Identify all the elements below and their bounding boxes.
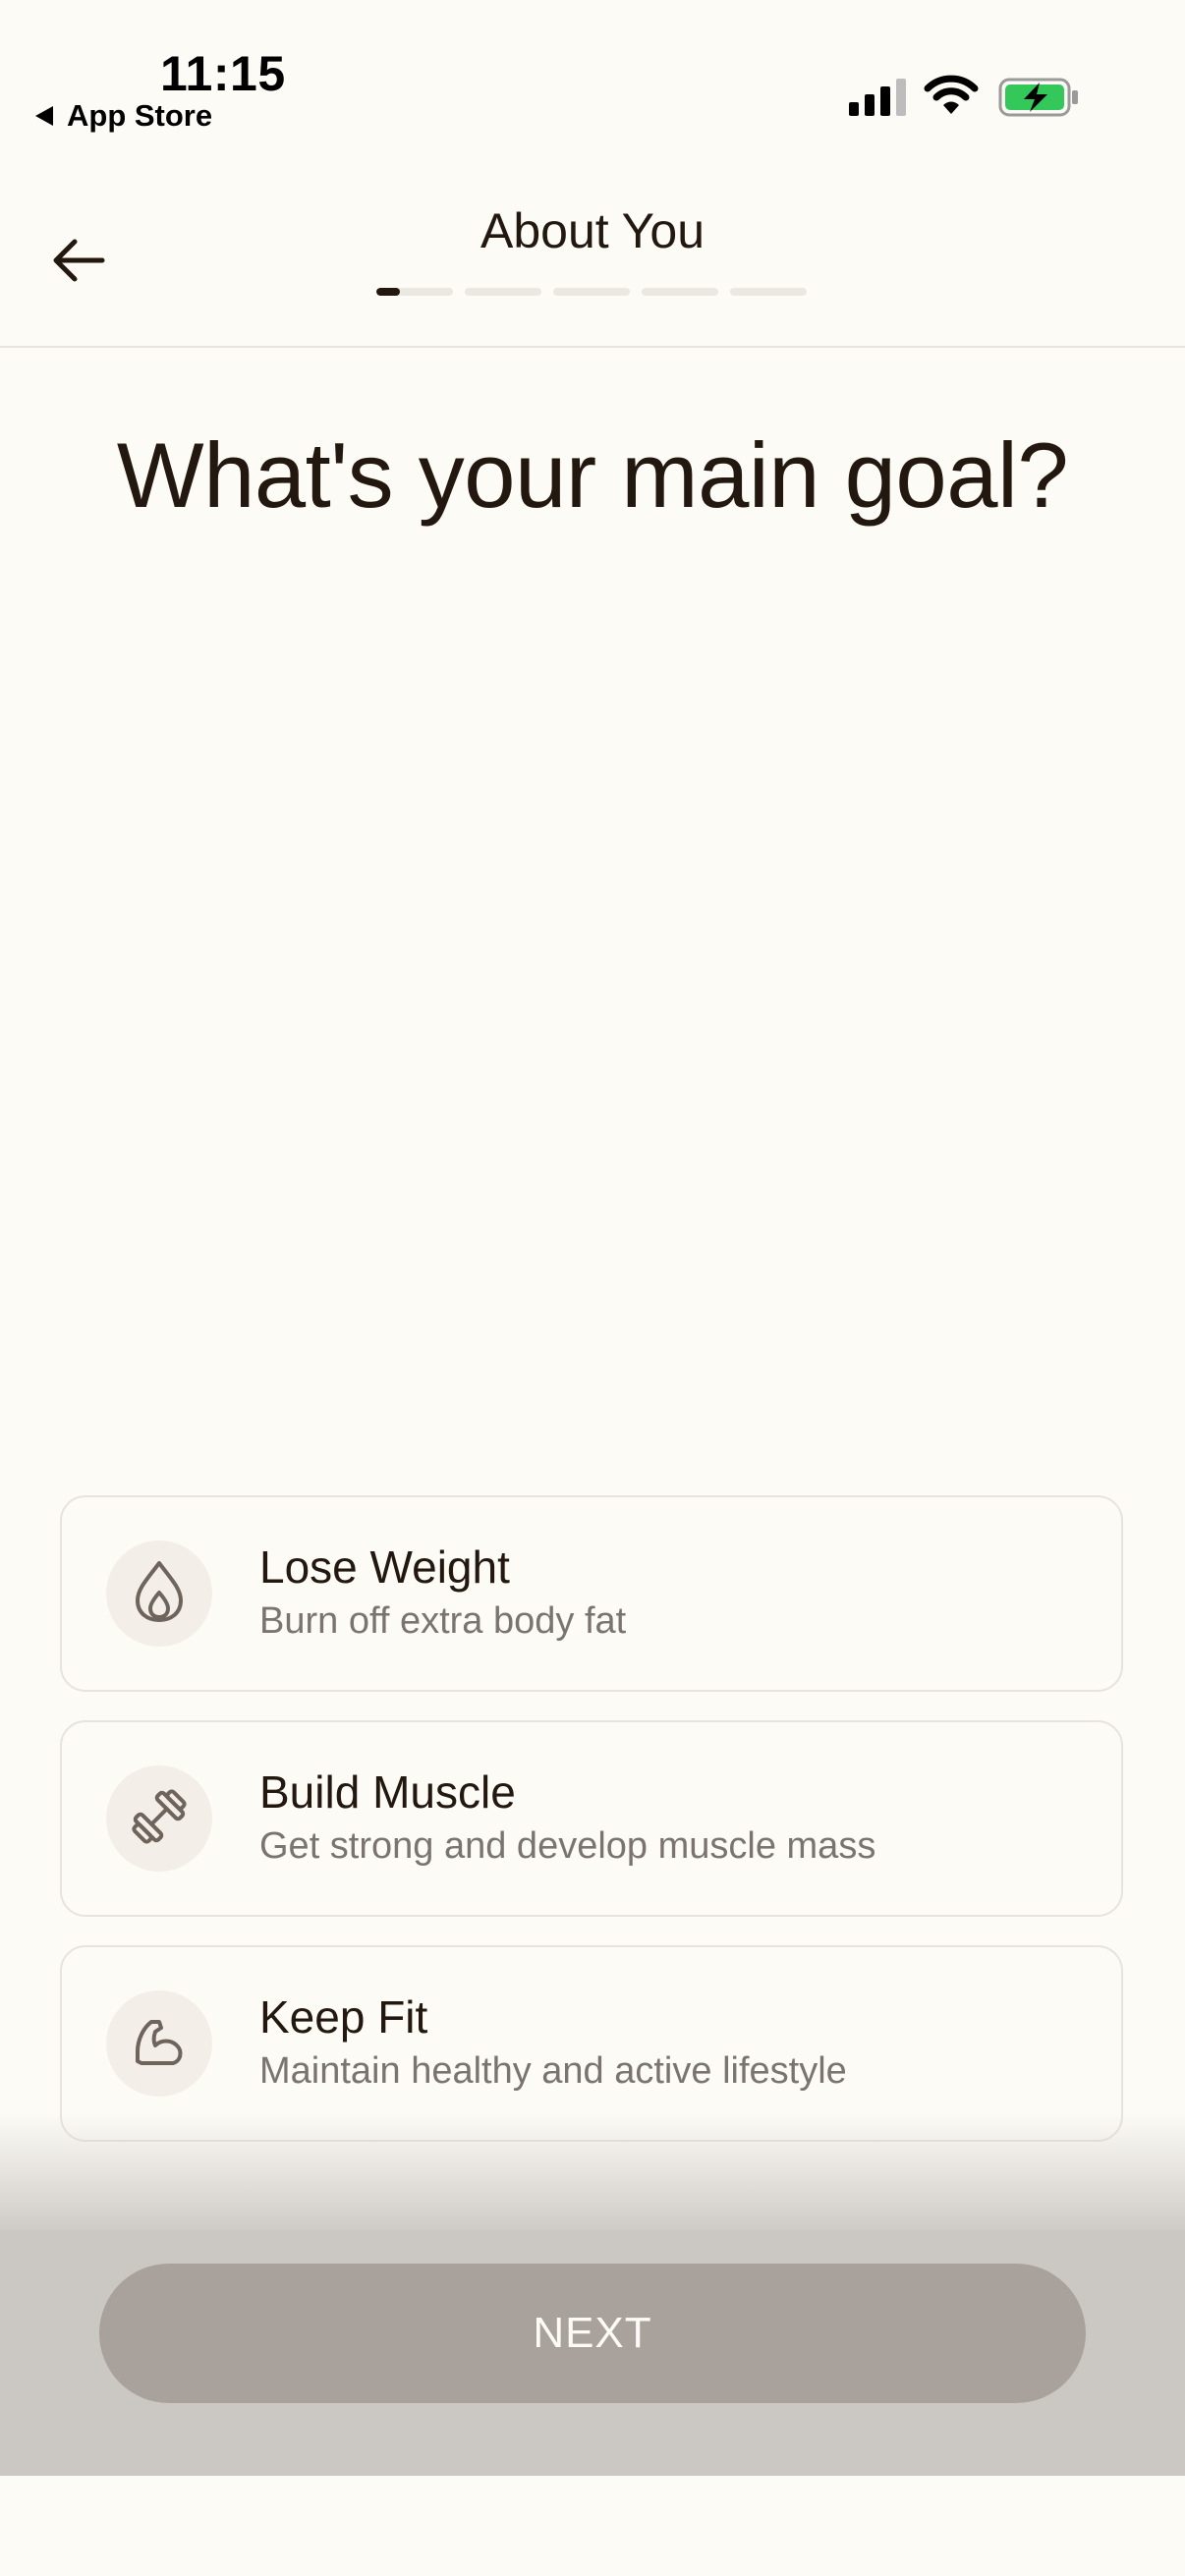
header-divider xyxy=(0,346,1185,348)
back-to-app-store[interactable]: App Store xyxy=(35,98,212,134)
option-title: Lose Weight xyxy=(259,1540,510,1593)
option-title: Keep Fit xyxy=(259,1990,428,2043)
flame-icon xyxy=(132,1559,187,1629)
back-app-label: App Store xyxy=(67,98,213,133)
page-title: About You xyxy=(480,203,705,258)
option-title: Build Muscle xyxy=(259,1765,516,1818)
progress-segment xyxy=(642,288,718,296)
wifi-icon xyxy=(924,75,979,121)
progress-segment xyxy=(376,288,453,296)
question-heading: What's your main goal? xyxy=(116,423,1069,527)
option-build-muscle[interactable]: Build Muscle Get strong and develop musc… xyxy=(60,1720,1123,1917)
option-icon-circle xyxy=(106,1765,212,1872)
option-subtitle: Maintain healthy and active lifestyle xyxy=(259,2049,847,2092)
option-subtitle: Get strong and develop muscle mass xyxy=(259,1824,876,1867)
progress-segment xyxy=(465,288,541,296)
dumbbell-icon xyxy=(128,1785,191,1853)
status-time: 11:15 xyxy=(160,46,286,101)
battery-icon xyxy=(998,77,1081,123)
next-button[interactable]: NEXT xyxy=(99,2264,1086,2403)
cellular-signal-icon xyxy=(849,79,906,116)
step-progress xyxy=(376,288,807,296)
bottom-fade xyxy=(0,2112,1185,2240)
progress-segment xyxy=(730,288,807,296)
option-subtitle: Burn off extra body fat xyxy=(259,1599,627,1642)
progress-segment xyxy=(553,288,630,296)
option-icon-circle xyxy=(106,1540,212,1647)
back-triangle-icon xyxy=(35,106,53,126)
option-icon-circle xyxy=(106,1990,212,2097)
option-lose-weight[interactable]: Lose Weight Burn off extra body fat xyxy=(60,1495,1123,1692)
flexed-arm-icon xyxy=(130,2012,189,2076)
